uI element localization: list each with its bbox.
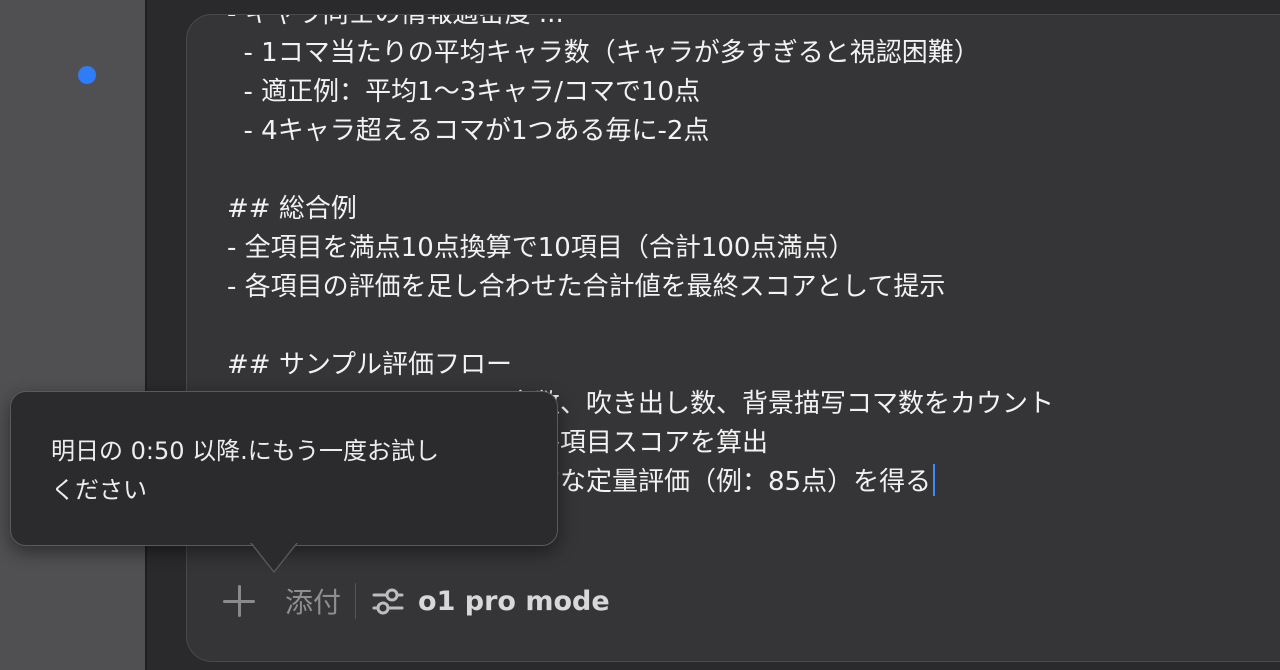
attach-button[interactable]: 添付 xyxy=(285,581,341,621)
message-composer[interactable]: - キャラ同士の情報過密度 ... - 1コマ当たりの平均キャラ数（キャラが多す… xyxy=(186,14,1280,662)
sidebar-divider xyxy=(145,0,147,670)
text-caret xyxy=(933,464,936,496)
composer-toolbar: 添付 o1 pro mode xyxy=(219,577,610,625)
plus-icon[interactable] xyxy=(219,581,259,621)
editor-line: ## 総合例 xyxy=(227,194,357,224)
editor-line: - キャラ同士の情報過密度 ... xyxy=(227,14,564,29)
sliders-icon xyxy=(372,588,404,615)
editor-line: - 1コマ当たりの平均キャラ数（キャラが多すぎると視認困難） xyxy=(227,38,980,68)
editor-line: ## サンプル評価フロー xyxy=(227,350,513,380)
editor-line: - 各項目の評価を足し合わせた合計値を最終スコアとして提示 xyxy=(227,272,946,302)
toolbar-divider xyxy=(355,583,357,619)
model-mode-label: o1 pro mode xyxy=(418,585,610,617)
sidebar xyxy=(0,0,145,670)
model-mode-button[interactable]: o1 pro mode xyxy=(370,583,610,619)
tooltip-line-2: ください xyxy=(51,476,147,504)
editor-line: - 4キャラ超えるコマが1つある毎に-2点 xyxy=(227,116,710,146)
editor-line: - 適正例：平均1〜3キャラ/コマで10点 xyxy=(227,77,701,107)
rate-limit-tooltip: 明日の 0:50 以降.にもう一度お試し ください xyxy=(10,391,558,546)
tooltip-arrow-fill xyxy=(251,542,297,571)
status-dot-icon xyxy=(78,66,96,84)
editor-line: - 全項目を満点10点換算で10項目（合計100点満点） xyxy=(227,233,855,263)
tooltip-message: 明日の 0:50 以降.にもう一度お試し ください xyxy=(51,432,531,510)
tooltip-line-1: 明日の 0:50 以降.にもう一度お試し xyxy=(51,437,440,465)
